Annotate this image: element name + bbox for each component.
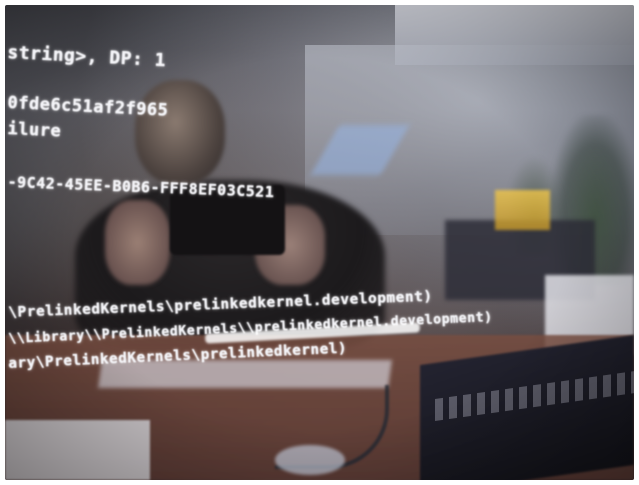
terminal-line-3: ilure bbox=[7, 119, 62, 142]
photo-frame: string>, DP: 1 0fde6c51af2f965 ilure -9C… bbox=[5, 5, 634, 480]
vignette bbox=[5, 5, 634, 480]
